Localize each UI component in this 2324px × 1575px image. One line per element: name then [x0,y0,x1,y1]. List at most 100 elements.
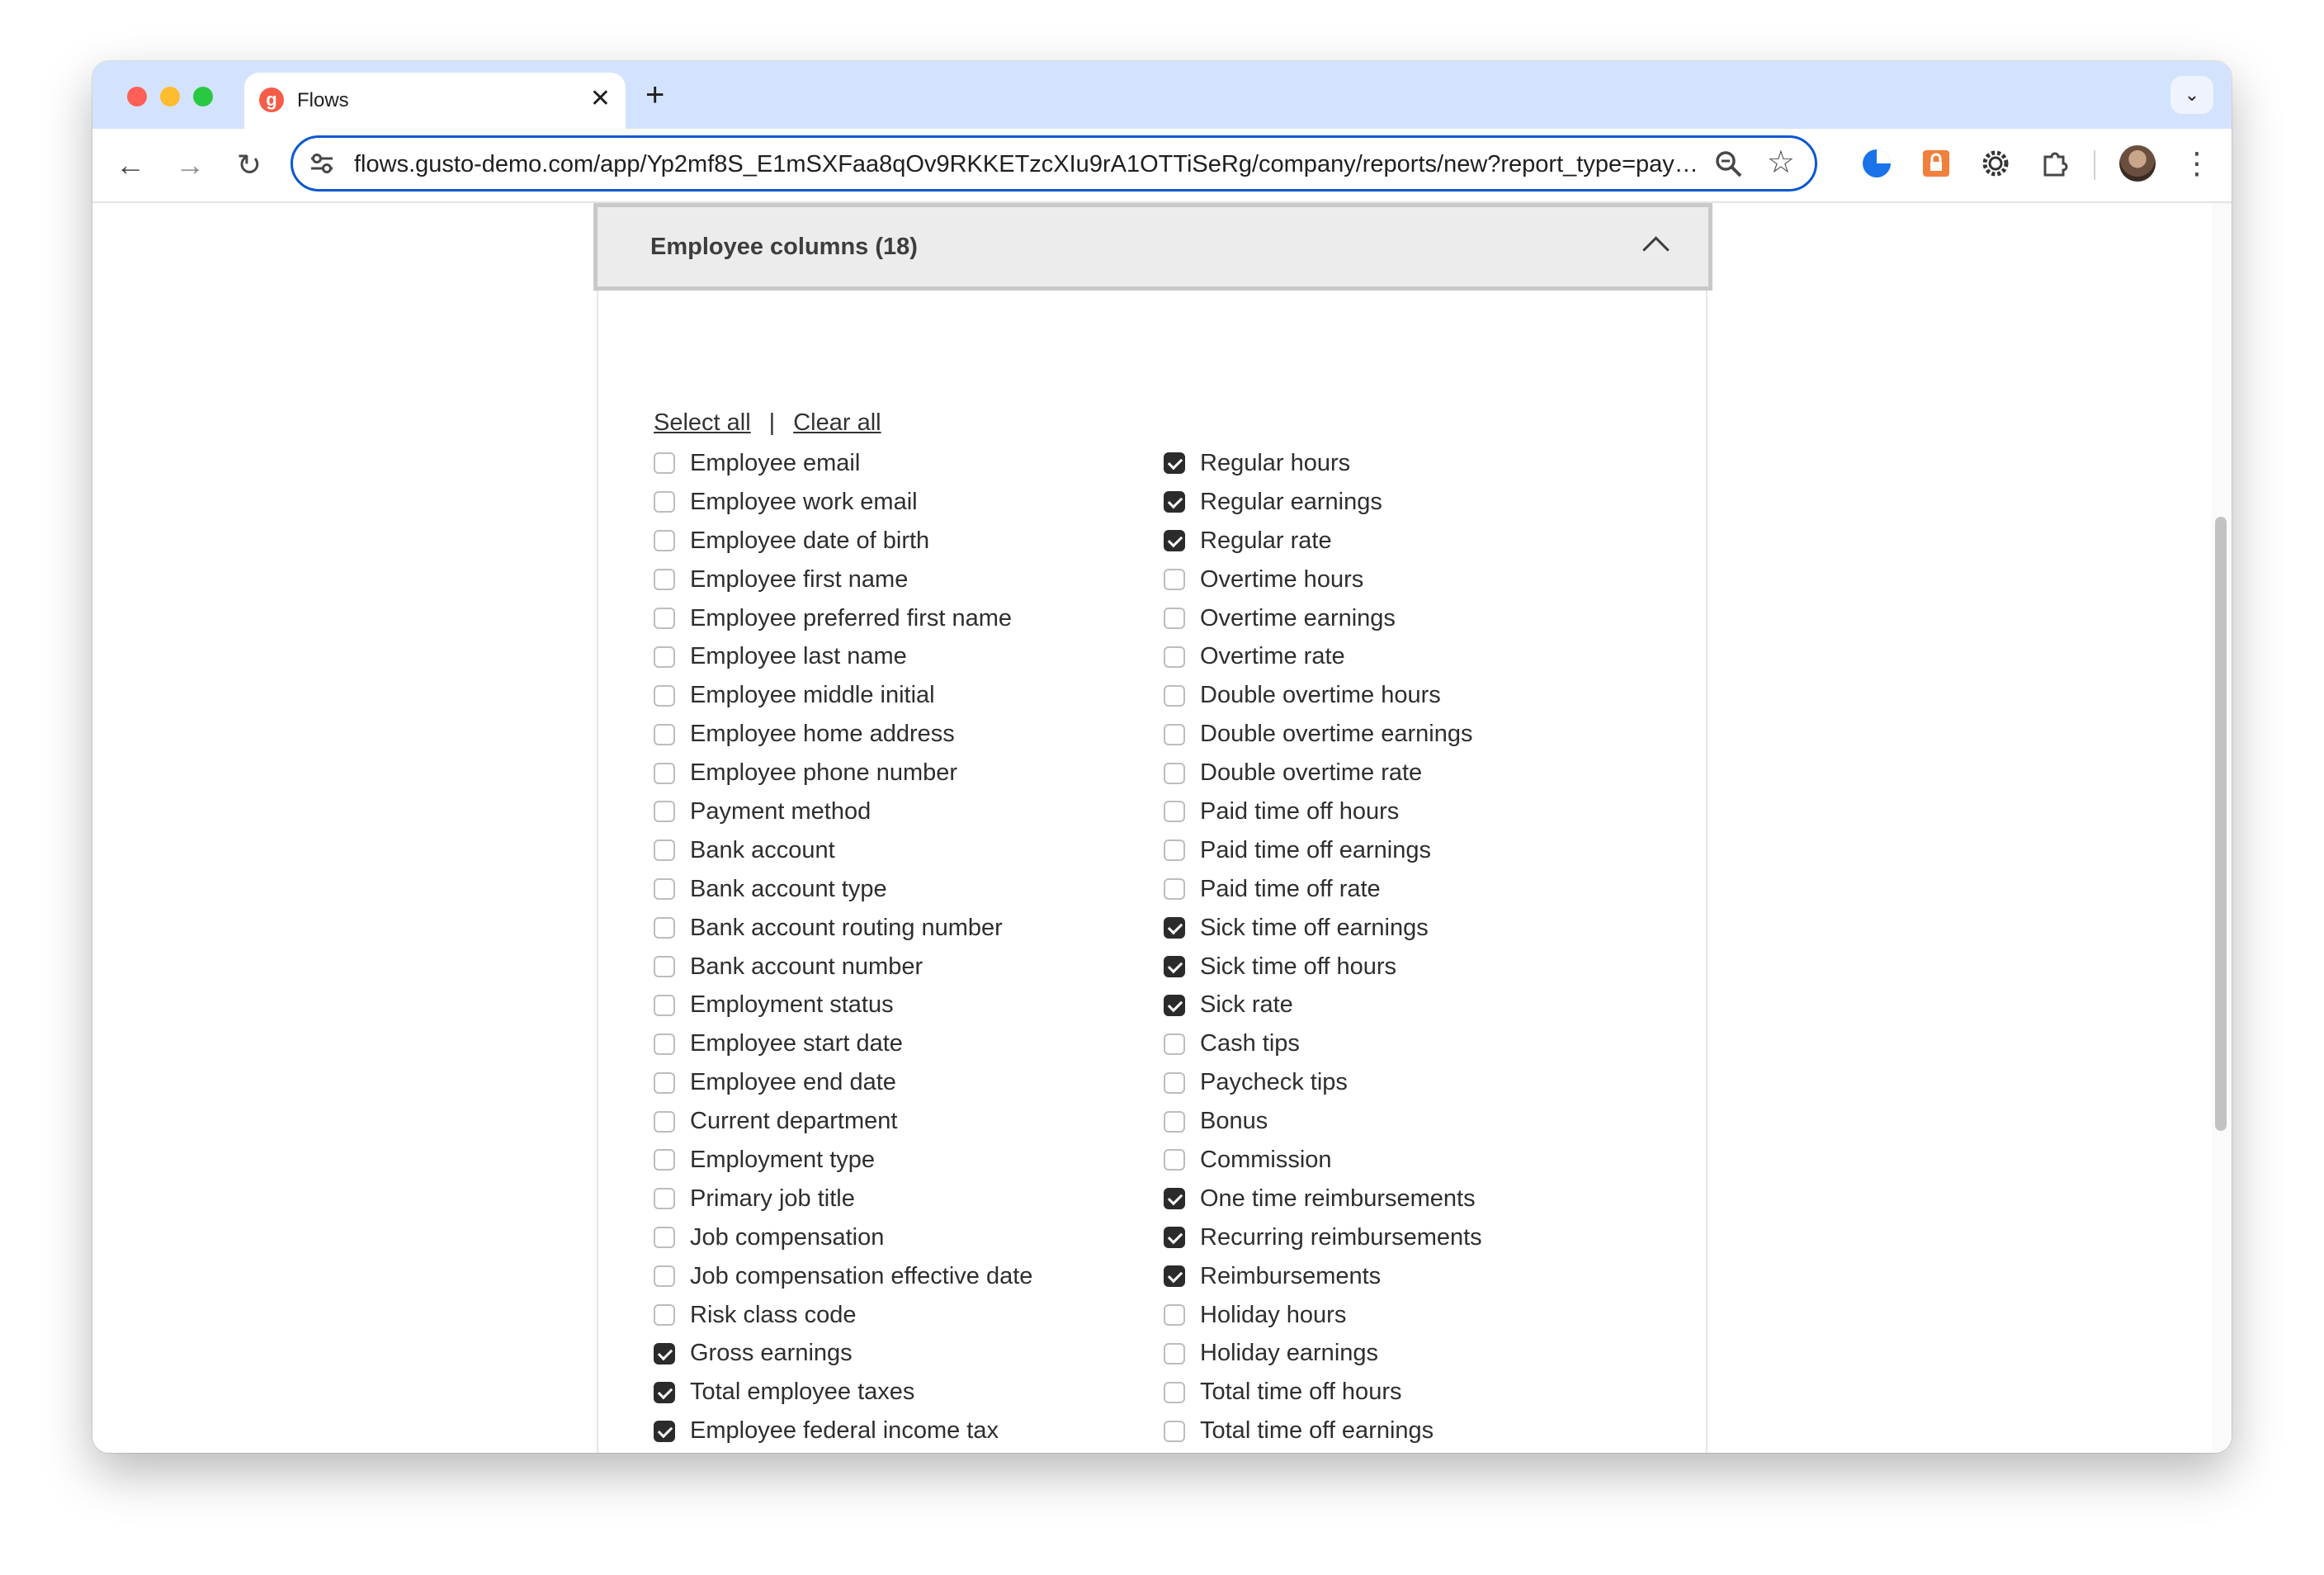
column-checkbox[interactable] [654,646,675,668]
column-option[interactable]: Risk class code [654,1296,1049,1335]
close-window-button[interactable] [127,87,147,106]
column-checkbox[interactable] [1164,917,1185,939]
column-checkbox[interactable] [1164,684,1185,707]
column-checkbox[interactable] [654,801,675,823]
column-option[interactable]: Cash tips [1164,1024,1482,1063]
column-checkbox[interactable] [654,994,675,1016]
column-option[interactable]: Employee home address [654,715,1049,754]
column-option[interactable]: Sick time off hours [1164,948,1482,986]
column-option[interactable]: Bank account [654,831,1049,870]
column-option[interactable]: Holiday earnings [1164,1334,1482,1373]
column-option[interactable]: Employee middle initial [654,676,1049,715]
column-checkbox[interactable] [654,1188,675,1210]
column-option[interactable]: Paid time off earnings [1164,831,1482,870]
column-checkbox[interactable] [654,917,675,939]
column-checkbox[interactable] [654,1342,675,1365]
new-tab-button[interactable]: + [645,76,664,114]
column-option[interactable]: Bank account type [654,870,1049,909]
column-option[interactable]: Holiday hours [1164,1296,1482,1335]
column-checkbox[interactable] [1164,530,1185,552]
maximize-window-button[interactable] [193,87,213,106]
column-checkbox[interactable] [1164,1188,1185,1210]
address-bar[interactable]: flows.gusto-demo.com/app/Yp2mf8S_E1mSXFa… [290,135,1817,192]
column-option[interactable]: Employee preferred first name [654,599,1049,638]
extension-lock-icon[interactable] [1918,145,1954,182]
column-checkbox[interactable] [1164,1033,1185,1055]
column-checkbox[interactable] [1164,994,1185,1016]
column-checkbox[interactable] [654,840,675,862]
column-option[interactable]: Double overtime earnings [1164,715,1482,754]
browser-menu-icon[interactable]: ⋮ [2182,145,2212,182]
column-checkbox[interactable] [654,684,675,707]
column-checkbox[interactable] [1164,1110,1185,1133]
profile-avatar[interactable] [2119,145,2156,182]
chevron-up-icon[interactable] [1642,236,1670,263]
column-option[interactable]: Primary job title [654,1180,1049,1218]
column-checkbox[interactable] [1164,1071,1185,1094]
column-checkbox[interactable] [1164,1420,1185,1442]
column-option[interactable]: Employee deductions [1164,1450,1482,1453]
site-info-icon[interactable] [308,149,336,177]
column-option[interactable]: Paycheck tips [1164,1063,1482,1102]
column-checkbox[interactable] [654,491,675,513]
column-checkbox[interactable] [654,1381,675,1403]
bookmark-star-icon[interactable]: ☆ [1767,144,1795,181]
column-checkbox[interactable] [1164,646,1185,668]
column-checkbox[interactable] [654,1227,675,1249]
column-option[interactable]: Recurring reimbursements [1164,1218,1482,1257]
column-checkbox[interactable] [654,1265,675,1288]
column-option[interactable]: Overtime rate [1164,637,1482,676]
column-checkbox[interactable] [1164,1265,1185,1288]
column-option[interactable]: Gross earnings [654,1334,1049,1373]
column-option[interactable]: Commission [1164,1141,1482,1180]
column-checkbox[interactable] [654,956,675,978]
column-checkbox[interactable] [1164,491,1185,513]
column-option[interactable]: Bank account number [654,948,1049,986]
column-checkbox[interactable] [1164,569,1185,591]
column-checkbox[interactable] [1164,1342,1185,1365]
column-checkbox[interactable] [1164,762,1185,784]
column-option[interactable]: Payment method [654,792,1049,831]
column-option[interactable]: Double overtime rate [1164,754,1482,792]
column-checkbox[interactable] [1164,878,1185,901]
column-option[interactable]: One time reimbursements [1164,1180,1482,1218]
column-option[interactable]: Total time off hours [1164,1373,1482,1412]
column-option[interactable]: Job compensation [654,1218,1049,1257]
column-option[interactable]: Overtime earnings [1164,599,1482,638]
reload-button[interactable]: ↻ [228,144,271,187]
column-option[interactable]: Employee last name [654,637,1049,676]
column-option[interactable]: Employee start date [654,1024,1049,1063]
column-checkbox[interactable] [654,723,675,745]
column-option[interactable]: Regular earnings [1164,483,1482,522]
column-checkbox[interactable] [654,1149,675,1171]
scrollbar-thumb[interactable] [2215,517,2227,1131]
column-option[interactable]: Employment type [654,1141,1049,1180]
column-checkbox[interactable] [1164,452,1185,475]
extension-gear-icon[interactable] [1977,145,2014,182]
column-option[interactable]: Employee first name [654,560,1049,599]
extensions-puzzle-icon[interactable] [2037,145,2073,182]
column-checkbox[interactable] [1164,723,1185,745]
column-option[interactable]: Total employee taxes [654,1373,1049,1412]
column-checkbox[interactable] [1164,1227,1185,1249]
column-option[interactable]: Employee date of birth [654,522,1049,560]
column-checkbox[interactable] [654,762,675,784]
column-option[interactable]: Current department [654,1102,1049,1141]
column-checkbox[interactable] [654,1110,675,1133]
column-option[interactable]: Employee email [654,444,1049,483]
column-option[interactable]: Job compensation effective date [654,1257,1049,1296]
tab-close-icon[interactable]: ✕ [590,84,611,114]
column-option[interactable]: Employment status [654,986,1049,1024]
zoom-icon[interactable] [1712,148,1745,181]
column-checkbox[interactable] [654,878,675,901]
clear-all-link[interactable]: Clear all [793,409,881,436]
column-option[interactable]: Bonus [1164,1102,1482,1141]
column-checkbox[interactable] [1164,801,1185,823]
back-button[interactable]: ← [109,144,152,187]
column-checkbox[interactable] [1164,608,1185,629]
column-option[interactable]: Employee end date [654,1063,1049,1102]
column-checkbox[interactable] [654,569,675,591]
extension-blue-icon[interactable] [1859,145,1895,182]
forward-button[interactable]: → [168,144,211,187]
column-option[interactable]: Double overtime hours [1164,676,1482,715]
